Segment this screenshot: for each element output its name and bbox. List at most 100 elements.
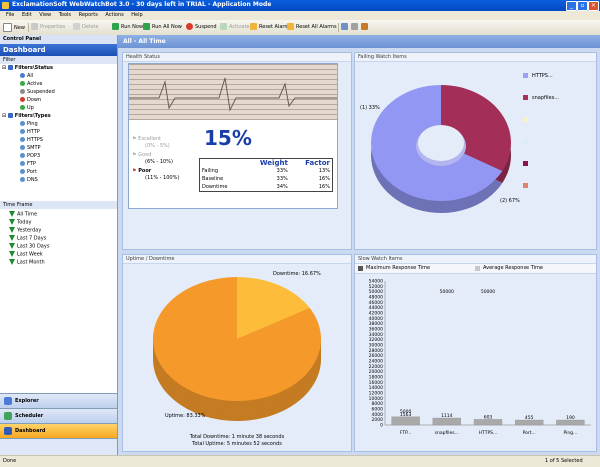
legend-item [523, 161, 532, 168]
bar-value-label: 1114 [441, 413, 453, 419]
uptime-panel: Uptime / Downtime Downtime: 16.67% Uptim… [122, 254, 352, 452]
filter-tree: ⊟ Filters\Status All Active Suspended Do… [0, 64, 117, 183]
y-tick-label: 8000 [372, 401, 384, 407]
menu-help[interactable]: Help [131, 11, 142, 20]
tree-item-suspended[interactable]: Suspended [20, 89, 55, 96]
table-row: Baseline 33% 16% [202, 176, 330, 182]
smtp-icon [20, 145, 25, 150]
menu-view[interactable]: View [39, 11, 51, 20]
x-tick-label: snapfiles... [435, 430, 459, 436]
col-weight: Weight [259, 159, 288, 167]
funnel-icon [9, 227, 15, 233]
explorer-icon [4, 396, 12, 405]
nav-dashboard[interactable]: Dashboard [0, 423, 117, 438]
health-percent: 15% [204, 126, 252, 150]
excellent-range: (0% - 5%) [145, 143, 170, 149]
menu-actions[interactable]: Actions [105, 11, 123, 20]
tree-item-active[interactable]: Active [20, 81, 42, 88]
suspend-button[interactable]: Suspend [186, 23, 217, 32]
tree-item-smtp[interactable]: SMTP [20, 145, 41, 152]
tree-item-port[interactable]: Port [20, 169, 37, 176]
health-status-panel: Health Status ⚑ Excellent (0% - 5%) ⚑ Go… [122, 52, 352, 250]
legend-swatch [523, 139, 528, 144]
tree-group-status[interactable]: ⊟ Filters\Status [2, 65, 53, 72]
y-tick-label: 4000 [372, 412, 384, 418]
time-item-last-month[interactable]: Last Month [9, 259, 45, 266]
dashboard-area: Health Status ⚑ Excellent (0% - 5%) ⚑ Go… [118, 48, 600, 455]
maximize-button[interactable]: ▫ [577, 1, 588, 11]
grid-view-button[interactable] [341, 23, 350, 32]
menu-reports[interactable]: Reports [79, 11, 98, 20]
tree-item-pop3[interactable]: POP3 [20, 153, 40, 160]
tree-item-dns[interactable]: DNS [20, 177, 38, 184]
folder-icon [7, 65, 13, 70]
legend-item [523, 139, 532, 146]
y-tick-label: 38000 [369, 321, 383, 327]
legend-item: snapfiles... [523, 95, 559, 102]
report-button[interactable] [361, 23, 370, 32]
funnel-icon [9, 219, 15, 225]
menu-edit[interactable]: Edit [22, 11, 32, 20]
total-uptime: Total Uptime: 5 minutes 52 seconds [192, 441, 282, 447]
tree-item-all[interactable]: All [20, 73, 33, 80]
y-tick-label: 28000 [369, 348, 383, 354]
funnel-icon [9, 243, 15, 249]
tree-item-down[interactable]: Down [20, 97, 41, 104]
y-tick-label: 12000 [369, 391, 383, 397]
time-item-last-7-days[interactable]: Last 7 Days [9, 235, 46, 242]
y-tick-label: 16000 [369, 380, 383, 386]
http-icon [20, 129, 25, 134]
tree-item-http[interactable]: HTTP [20, 129, 40, 136]
uptime-pie-chart [153, 277, 321, 421]
bar[interactable] [432, 417, 461, 426]
properties-icon [31, 23, 38, 30]
menu-tools[interactable]: Tools [59, 11, 71, 20]
time-item-last-week[interactable]: Last Week [9, 251, 43, 258]
close-button[interactable]: × [588, 1, 599, 11]
menu-file[interactable]: File [6, 11, 14, 20]
x-tick-label: Port... [523, 430, 536, 436]
status-text: Done [3, 458, 17, 464]
funnel-icon [9, 235, 15, 241]
reset-alarm-button[interactable]: Reset Alarm [250, 23, 289, 32]
tree-item-ftp[interactable]: FTP [20, 161, 36, 168]
properties-button[interactable]: Properties [31, 23, 65, 32]
time-item-all-time[interactable]: All Time [9, 211, 37, 218]
main-header: All - All Time [118, 35, 600, 48]
title-bar: ExclamationSoft WebWatchBot 3.0 - 30 day… [0, 0, 600, 11]
nav-explorer[interactable]: Explorer [0, 393, 117, 408]
ping-icon [20, 121, 25, 126]
tree-item-up[interactable]: Up [20, 105, 34, 112]
tree-item-ping[interactable]: Ping [20, 121, 38, 128]
bell-all-icon [287, 23, 294, 30]
time-item-last-30-days[interactable]: Last 30 Days [9, 243, 49, 250]
x-tick-label: HTTPS... [479, 430, 498, 436]
print-button[interactable] [351, 23, 360, 32]
bar[interactable] [391, 416, 420, 426]
run-all-now-button[interactable]: Run All Now [143, 23, 182, 32]
window-title: ExclamationSoft WebWatchBot 3.0 - 30 day… [12, 1, 272, 8]
y-tick-label: 30000 [369, 343, 383, 349]
time-item-today[interactable]: Today [9, 219, 31, 226]
tree-item-https[interactable]: HTTPS [20, 137, 43, 144]
bar-top-label: 50000 [481, 289, 495, 295]
x-tick-label: Ping... [563, 430, 577, 436]
activate-button[interactable]: Activate [220, 23, 250, 32]
new-button[interactable]: New [3, 23, 25, 32]
y-tick-label: 20000 [369, 369, 383, 375]
failing-watch-items-panel: Failing Watch Items (1) 33% (2) 67% HTTP… [354, 52, 597, 250]
failing-label-a: (1) 33% [360, 105, 380, 111]
ftp-icon [20, 161, 25, 166]
ekg-image [129, 64, 337, 120]
time-item-yesterday[interactable]: Yesterday [9, 227, 41, 234]
slow-bar-chart: 0200040006000800010000120001400016000180… [369, 279, 591, 436]
delete-icon [73, 23, 80, 30]
tree-group-types[interactable]: ⊟ Filters\Types [2, 113, 51, 120]
reset-all-alarms-button[interactable]: Reset All Alarms [287, 23, 337, 32]
minimize-button[interactable]: _ [566, 1, 577, 11]
delete-button[interactable]: Delete [73, 23, 98, 32]
run-now-button[interactable]: Run Now [112, 23, 143, 32]
nav-scheduler[interactable]: Scheduler [0, 408, 117, 423]
bar-value-label: 603 [484, 414, 493, 420]
funnel-icon [9, 251, 15, 257]
